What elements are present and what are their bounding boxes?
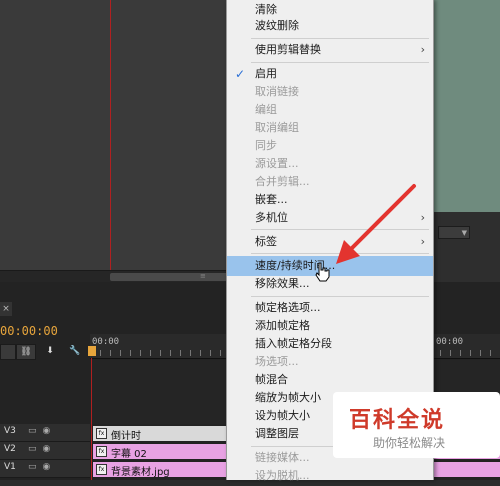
menu-item-frame-blend[interactable]: 帧混合 xyxy=(227,370,433,390)
playhead-handle[interactable] xyxy=(88,346,96,356)
fx-badge: fx xyxy=(96,464,107,475)
zoom-dropdown[interactable]: ▼ xyxy=(438,226,470,239)
menu-item-replace-with-clip[interactable]: 使用剪辑替换 › xyxy=(227,40,433,60)
watermark-subtitle: 助你轻松解决 xyxy=(373,436,446,450)
menu-item-field-options[interactable]: 场选项... xyxy=(227,352,433,372)
watermark-logo: 百科全说 助你轻松解决 xyxy=(333,392,500,458)
timeline-playhead xyxy=(91,358,92,480)
track-name: V2 xyxy=(4,444,16,454)
chevron-down-icon: ▼ xyxy=(461,229,467,237)
track-name: V3 xyxy=(4,426,16,436)
tab-close-button[interactable]: × xyxy=(0,302,12,316)
clip-label: 倒计时 xyxy=(111,431,141,442)
preview-monitor xyxy=(432,0,500,212)
clip-label: 字幕 02 xyxy=(111,449,147,460)
grip-icon: ≡ xyxy=(200,272,206,280)
watermark-title: 百科全说 xyxy=(349,408,446,433)
menu-item-unlink[interactable]: 取消链接 xyxy=(227,82,433,102)
menu-item-source-settings[interactable]: 源设置... xyxy=(227,154,433,174)
preview-controls xyxy=(432,212,500,282)
track-header: V2 ▭◉ xyxy=(0,442,90,460)
menu-item-enable[interactable]: ✓ 启用 xyxy=(227,64,433,84)
timeline-timecode[interactable]: 00:00:00 xyxy=(0,324,58,338)
timeline-toolbar: ⛓ ⬇ 🔧 xyxy=(0,344,90,360)
scrollbar-thumb[interactable] xyxy=(110,273,230,281)
marker-icon[interactable]: ⬇ xyxy=(44,344,56,358)
menu-item-ungroup[interactable]: 取消编组 xyxy=(227,118,433,138)
linked-selection-icon[interactable]: ⛓ xyxy=(16,344,36,360)
ruler-end-label: 00:00 xyxy=(436,337,464,347)
hand-cursor-icon xyxy=(315,262,330,282)
track-header: V3 ▭◉ xyxy=(0,424,90,442)
chevron-right-icon: › xyxy=(420,211,425,224)
snap-button[interactable] xyxy=(0,344,16,360)
chevron-right-icon: › xyxy=(420,235,425,248)
track-header: V1 ▭◉ xyxy=(0,460,90,478)
menu-separator xyxy=(251,296,429,297)
wrench-icon[interactable]: 🔧 xyxy=(68,344,82,358)
program-monitor xyxy=(0,0,230,280)
menu-separator xyxy=(251,38,429,39)
annotation-arrow-icon xyxy=(336,184,416,264)
menu-item-ripple-delete[interactable]: 波纹删除 xyxy=(227,16,433,36)
menu-item-remove-effects[interactable]: 移除效果... xyxy=(227,274,433,294)
menu-item-make-offline[interactable]: 设为脱机... xyxy=(227,466,433,486)
menu-item-insert-frame-hold[interactable]: 插入帧定格分段 xyxy=(227,334,433,354)
eye-icon[interactable]: ▭◉ xyxy=(28,462,56,472)
menu-separator xyxy=(251,62,429,63)
menu-item-group[interactable]: 编组 xyxy=(227,100,433,120)
track-name: V1 xyxy=(4,462,16,472)
chevron-right-icon: › xyxy=(420,43,425,56)
monitor-playhead xyxy=(110,0,111,272)
ruler-start-label: 00:00 xyxy=(92,337,120,347)
menu-item-frame-hold-options[interactable]: 帧定格选项... xyxy=(227,298,433,318)
checkmark-icon: ✓ xyxy=(235,67,246,81)
fx-badge: fx xyxy=(96,446,107,457)
menu-item-add-frame-hold[interactable]: 添加帧定格 xyxy=(227,316,433,336)
eye-icon[interactable]: ▭◉ xyxy=(28,444,56,454)
clip-label: 背景素材.jpg xyxy=(111,467,170,478)
eye-icon[interactable]: ▭◉ xyxy=(28,426,56,436)
fx-badge: fx xyxy=(96,428,107,439)
menu-item-synchronize[interactable]: 同步 xyxy=(227,136,433,156)
